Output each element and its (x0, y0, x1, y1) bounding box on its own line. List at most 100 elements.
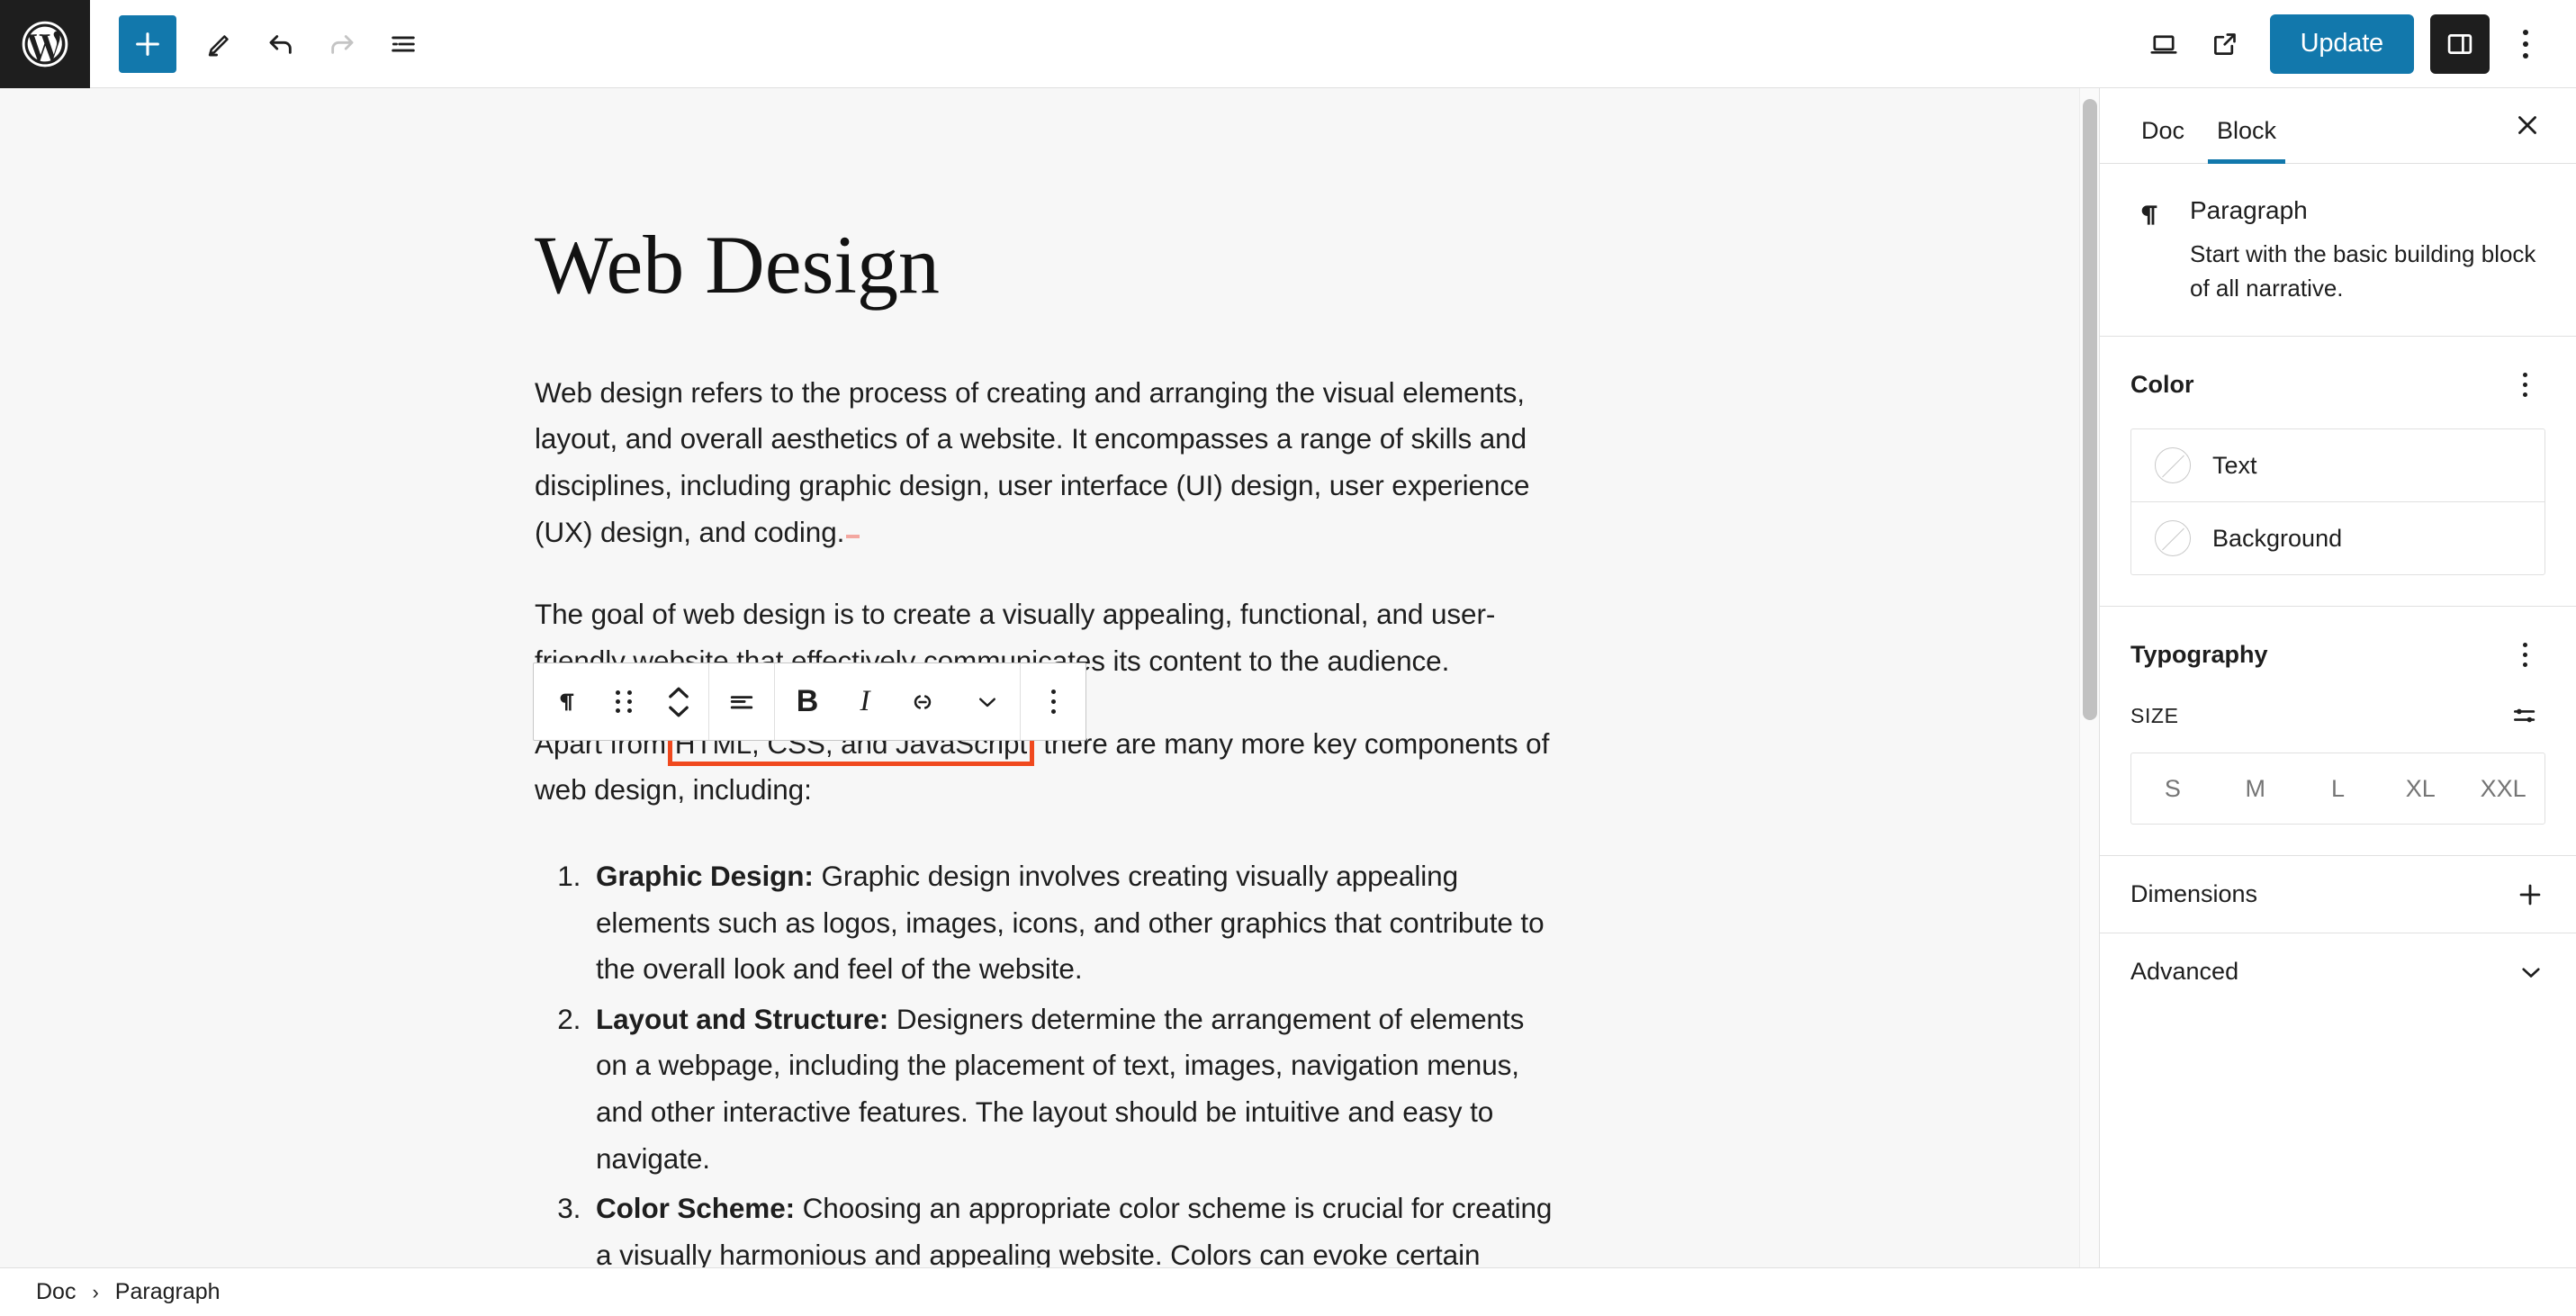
breadcrumb-separator-icon: › (92, 1280, 99, 1303)
bold-button[interactable]: B (775, 663, 840, 740)
breadcrumb-item-document[interactable]: Doc (36, 1279, 76, 1305)
paragraph-pilcrow-icon (560, 693, 574, 710)
block-options-button[interactable] (1021, 663, 1085, 740)
settings-sidebar-toggle-button[interactable] (2430, 14, 2490, 74)
advanced-expand-button[interactable] (2517, 958, 2545, 987)
dimensions-title: Dimensions (2130, 880, 2258, 908)
redo-button[interactable] (311, 14, 373, 75)
list-view-button[interactable] (373, 14, 434, 75)
more-formats-button[interactable] (955, 663, 1020, 740)
block-toolbar-group-options (1021, 663, 1085, 740)
italic-button[interactable]: I (840, 663, 890, 740)
settings-sidebar: Doc Block Paragraph Start with the basic… (2099, 88, 2576, 1267)
wordpress-block-editor: Update Web Design Web design refers to t… (0, 0, 2576, 1316)
close-sidebar-button[interactable] (2502, 100, 2553, 150)
block-description: Start with the basic building block of a… (2190, 240, 2536, 302)
editor-top-bar: Update (0, 0, 2576, 88)
color-section-title: Color (2130, 370, 2194, 398)
no-color-swatch-icon (2155, 447, 2191, 484)
block-info-text: Paragraph Start with the basic building … (2190, 196, 2541, 305)
color-row-text[interactable]: Text (2131, 429, 2544, 503)
font-size-l[interactable]: L (2297, 753, 2380, 824)
page-title[interactable]: Web Design (535, 221, 1561, 309)
color-section: Color Text Background (2100, 336, 2576, 606)
drag-handle-icon (615, 690, 633, 713)
desktop-preview-icon (2150, 34, 2177, 54)
editor-canvas[interactable]: Web Design Web design refers to the proc… (0, 88, 2098, 1267)
color-row-background[interactable]: Background (2131, 502, 2544, 574)
move-up-down-icon (669, 687, 689, 717)
undo-button[interactable] (250, 14, 311, 75)
color-section-header: Color (2130, 364, 2545, 405)
font-size-xxl[interactable]: XXL (2462, 753, 2544, 824)
canvas-vertical-scrollbar[interactable] (2079, 88, 2099, 1267)
update-button[interactable]: Update (2269, 14, 2414, 74)
font-size-s[interactable]: S (2131, 753, 2214, 824)
editor-options-button[interactable] (2499, 14, 2553, 74)
plus-icon (2519, 884, 2541, 906)
block-toolbar-group-format: B I (775, 663, 1021, 740)
advanced-section[interactable]: Advanced (2100, 933, 2576, 1010)
italic-label: I (860, 685, 870, 717)
size-label: SIZE (2130, 703, 2179, 727)
vertical-dots-icon (1050, 690, 1056, 714)
color-row-text-label: Text (2212, 451, 2257, 479)
typography-options-button[interactable] (2504, 634, 2545, 675)
typography-section-title: Typography (2130, 640, 2268, 668)
font-size-m[interactable]: M (2214, 753, 2297, 824)
no-color-swatch-icon (2155, 520, 2191, 557)
close-x-icon (2518, 116, 2536, 134)
scrollbar-thumb[interactable] (2083, 99, 2097, 720)
sidebar-tab-bar: Doc Block (2100, 88, 2576, 164)
color-options-list: Text Background (2130, 428, 2545, 576)
size-custom-settings-button[interactable] (2504, 695, 2545, 736)
chevron-down-icon (979, 698, 995, 707)
paragraph-block-1[interactable]: Web design refers to the process of crea… (535, 370, 1561, 556)
block-toolbar-group-align (709, 663, 775, 740)
color-options-button[interactable] (2504, 364, 2545, 405)
wordpress-logo-icon[interactable] (0, 0, 90, 88)
color-row-background-label: Background (2212, 524, 2343, 552)
advanced-title: Advanced (2130, 958, 2239, 986)
list-item[interactable]: Graphic Design: Graphic design involves … (589, 853, 1561, 993)
ordered-list-block[interactable]: Graphic Design: Graphic design involves … (535, 853, 1561, 1267)
dimensions-add-button[interactable] (2515, 879, 2545, 910)
list-item-term: Layout and Structure: (596, 1002, 889, 1035)
add-block-button[interactable] (119, 14, 176, 73)
block-type-button[interactable] (534, 663, 599, 740)
tools-pencil-button[interactable] (189, 14, 250, 75)
vertical-dots-icon (2522, 372, 2527, 397)
list-item[interactable]: Layout and Structure: Designers determin… (589, 996, 1561, 1183)
font-size-xl[interactable]: XL (2379, 753, 2462, 824)
vertical-dots-icon (2522, 642, 2527, 667)
move-block-button[interactable] (649, 663, 708, 740)
block-toolbar: B I (533, 663, 1086, 741)
vertical-dots-icon (2523, 29, 2528, 59)
document-outline-icon (392, 36, 415, 51)
list-item[interactable]: Color Scheme: Choosing an appropriate co… (589, 1185, 1561, 1267)
align-text-button[interactable] (709, 663, 774, 740)
pencil-edit-icon (208, 34, 229, 56)
external-link-icon (2213, 32, 2236, 55)
dimensions-section[interactable]: Dimensions (2100, 855, 2576, 933)
size-label-row: SIZE (2130, 695, 2545, 736)
tab-document[interactable]: Doc (2125, 117, 2201, 163)
tab-block[interactable]: Block (2201, 117, 2292, 164)
chevron-down-icon (2522, 968, 2540, 978)
breadcrumb-item-paragraph[interactable]: Paragraph (115, 1279, 221, 1305)
typography-section-header: Typography (2130, 634, 2545, 675)
redo-arrow-icon (331, 34, 354, 54)
plus-icon (136, 32, 159, 56)
link-icon (914, 694, 932, 709)
paragraph-1-text: Web design refers to the process of crea… (535, 375, 1530, 548)
drag-handle-button[interactable] (599, 663, 649, 740)
link-button[interactable] (890, 663, 955, 740)
view-site-button[interactable] (2194, 14, 2256, 75)
top-bar-left-tools (90, 14, 434, 75)
preview-button[interactable] (2133, 14, 2194, 75)
block-info-card: Paragraph Start with the basic building … (2100, 164, 2576, 336)
sidebar-panel-icon (2447, 33, 2472, 54)
spell-underline-marker (846, 534, 860, 538)
align-text-icon (730, 695, 753, 708)
undo-arrow-icon (269, 34, 292, 54)
